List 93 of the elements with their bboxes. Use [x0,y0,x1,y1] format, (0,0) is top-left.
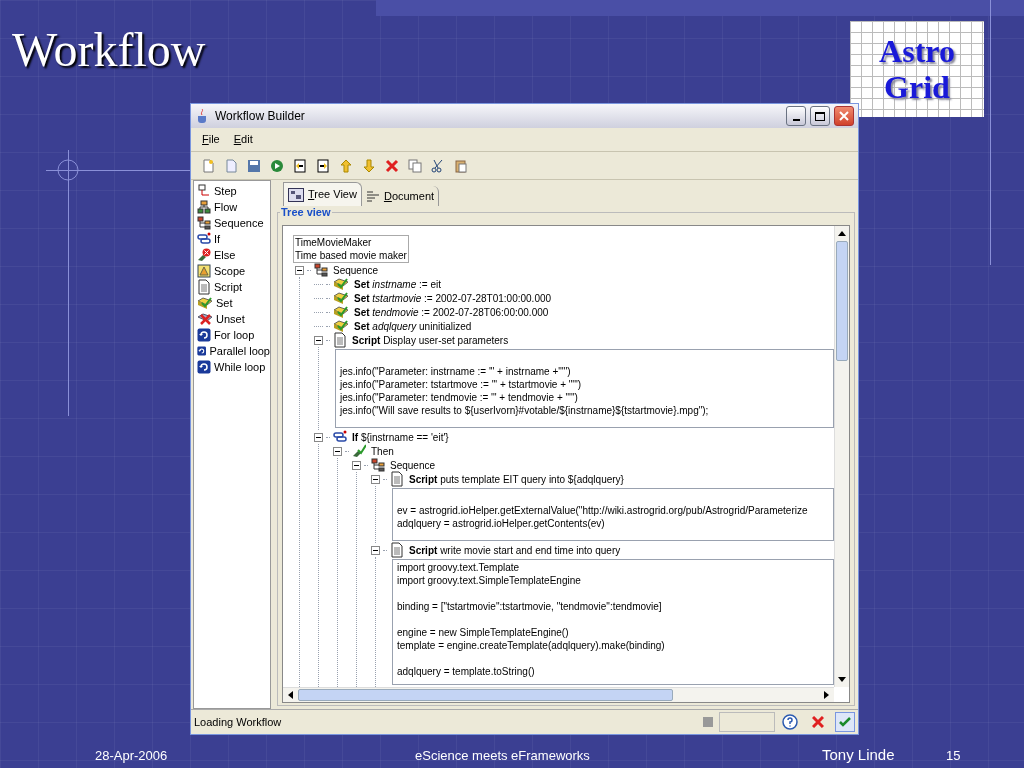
node-label[interactable]: Script write movie start and end time into query [409,543,621,557]
text-lines-icon [365,190,380,202]
node-label[interactable]: Then [371,444,394,458]
menu-item[interactable]: File [202,131,220,148]
collapse-icon[interactable] [295,265,304,275]
collapse-icon[interactable] [333,446,342,456]
tree-view-icon [288,187,304,202]
window-title: Workflow Builder [215,108,306,125]
node-label[interactable]: Script Display user-set parameters [352,333,509,347]
palette-item[interactable]: Scope [214,262,246,280]
then-icon [352,444,366,458]
sequence-icon [371,458,385,472]
menu-item[interactable]: Edit [233,131,253,148]
node-label[interactable]: Sequence [390,458,436,472]
document-icon [197,279,211,295]
logo-text: Grid [884,69,950,105]
step-icon [197,184,211,198]
node-label[interactable]: Set tstartmovie := 2002-07-28T01:00:00.000 [354,291,552,305]
palette-item[interactable]: Script [214,278,243,296]
up-arrow-icon[interactable] [838,231,846,236]
palette-item[interactable]: If [214,230,221,248]
palette-item[interactable]: For loop [214,326,255,344]
left-arrow-icon[interactable] [288,691,293,699]
loop-icon [197,344,207,358]
stop-icon [701,715,715,729]
logo-text: Astro [879,33,955,69]
group-title: Tree view [280,206,332,219]
check-icon [333,305,349,319]
loop-icon [197,360,211,374]
footer-author: Tony Linde [822,745,895,765]
check-icon [839,717,851,727]
node-label[interactable]: Set tendmovie := 2002-07-28T06:00:00.000 [354,305,549,319]
else-icon [197,248,211,262]
palette-item[interactable]: Else [214,246,236,264]
page-number: 15 [946,747,961,765]
check-icon [333,291,349,305]
node-label[interactable]: If ${instrname == 'eit'} [352,430,449,444]
copy-icon[interactable] [406,156,424,175]
status-text: Loading Workflow [193,714,283,730]
sequence-icon [314,263,328,277]
collapse-icon[interactable] [371,474,380,484]
code-text[interactable]: import groovy.text.Template import groovy.text.SimpleTemplateEngine binding = ["tstartmovie":tstartmovie, "tendmovie":tendmovie] engine = new SimpleTemplateEngine() template = engine.createTemplate(adqlquery).make(binding) adqlquery = template.toString() [392,559,834,685]
down-arrow-icon[interactable] [838,677,846,682]
tab[interactable]: Tree View [283,182,362,206]
minimize-button[interactable] [786,106,806,126]
import-icon[interactable] [291,156,309,175]
palette-item[interactable]: While loop [214,358,266,376]
collapse-icon[interactable] [352,460,361,470]
check-icon [333,277,349,291]
collapse-icon[interactable] [314,335,323,345]
slide-title: Workflow [12,22,206,78]
node-label[interactable]: Set adqlquery uninitialized [354,319,472,333]
palette-item[interactable]: Flow [214,198,238,216]
help-button[interactable] [779,712,801,732]
footer-date: 28-Apr-2006 [95,747,168,765]
scope-icon [197,264,211,278]
collapse-icon[interactable] [314,432,323,442]
footer-title: eScience meets eFrameworks [415,747,590,765]
node-label[interactable]: Set instrname := eit [354,277,441,291]
maximize-button[interactable] [810,106,830,126]
palette-item[interactable]: Set [216,294,233,312]
progress-field [719,712,775,732]
palette-item[interactable]: Sequence [214,214,264,232]
document-icon [333,332,347,348]
code-text[interactable]: jes.info("Parameter: instrname := '" + instrname +"'") jes.info("Parameter: tstartmove := '" + tstartmovie + "'") jes.info("Parameter: tendmovie := '" + tendmovie + "'") jes.info("Will save results to ${userIvorn}#votable/${instrname}${tstartmovie}.mpg"); [335,349,834,428]
palette-item[interactable]: Step [214,182,237,200]
unset-icon [197,312,213,326]
flow-icon [197,200,211,214]
scrollbar-thumb[interactable] [836,241,848,361]
document-icon [390,542,404,558]
loop-icon [197,328,211,342]
confirm-button[interactable] [835,712,855,732]
palette-item[interactable]: Parallel loop [209,342,270,360]
vertical-scrollbar[interactable] [834,226,849,687]
horizontal-scrollbar[interactable] [283,687,834,702]
document-icon [390,471,404,487]
workflow-description: TimeMovieMaker Time based movie maker [293,235,409,263]
code-text[interactable]: ev = astrogrid.ioHelper.getExternalValue("http://wiki.astrogrid.org/pub/Astrogrid/Parameterize adqlquery = astrogrid.ioHelper.getContents(ev) [392,488,834,541]
node-label[interactable]: Sequence [333,263,379,277]
palette-item[interactable]: Unset [216,310,245,328]
node-label[interactable]: Script puts template EIT query into ${adqlquery} [409,472,624,486]
close-button[interactable] [834,106,854,126]
branch-icon [197,232,211,246]
close-icon [839,111,849,121]
check-icon [333,319,349,333]
collapse-icon[interactable] [371,545,380,555]
check-icon [197,296,213,310]
close-icon [812,716,824,728]
sequence-icon [197,216,211,230]
branch-icon [333,430,347,444]
right-arrow-icon[interactable] [824,691,829,699]
scrollbar-thumb[interactable] [298,689,673,701]
export-icon[interactable] [314,156,332,175]
